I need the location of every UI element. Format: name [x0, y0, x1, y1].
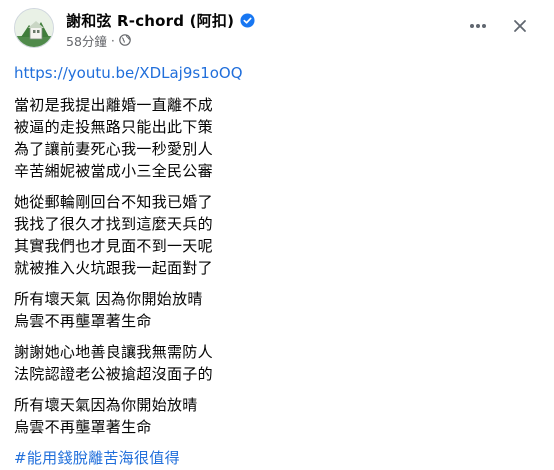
paragraph-5: 所有壞天氣因為你開始放晴 烏雲不再壟罩著生命	[14, 394, 540, 438]
post-content: https://youtu.be/XDLaj9s1oOQ 當初是我提出離婚一直離…	[14, 62, 540, 469]
name-row: 謝和弦 R-chord (阿扣)	[66, 10, 255, 30]
youtube-link[interactable]: https://youtu.be/XDLaj9s1oOQ	[14, 62, 540, 84]
paragraph-2: 她從郵輪剛回台不知我已婚了 我找了很久才找到這麼天兵的 其實我們也才見面不到一天…	[14, 191, 540, 279]
page-name[interactable]: 謝和弦 R-chord (阿扣)	[66, 10, 234, 31]
text-line: 辛苦緗妮被當成小三全民公審	[14, 162, 213, 180]
text-line: 所有壞天氣因為你開始放晴	[14, 396, 198, 414]
text-line: 法院認證老公被搶超沒面子的	[14, 365, 213, 383]
text-line: 烏雲不再壟罩著生命	[14, 312, 152, 330]
page-avatar[interactable]	[14, 8, 54, 48]
close-icon[interactable]	[506, 12, 534, 40]
more-options-icon[interactable]	[464, 12, 492, 40]
paragraph-1: 當初是我提出離婚一直離不成 被逼的走投無路只能出此下策 為了讓前妻死心我一秒愛別…	[14, 94, 540, 182]
globe-icon	[119, 34, 131, 46]
hashtag-link[interactable]: #能用錢脫離苦海很值得	[14, 447, 540, 469]
paragraph-3: 所有壞天氣 因為你開始放晴 烏雲不再壟罩著生命	[14, 288, 540, 332]
avatar-image	[15, 9, 53, 47]
text-line: 謝謝她心地善良讓我無需防人	[14, 343, 213, 361]
text-line: 我找了很久才找到這麼天兵的	[14, 215, 213, 233]
text-line: 就被推入火坑跟我一起面對了	[14, 259, 213, 277]
text-line: 被逼的走投無路只能出此下策	[14, 118, 213, 136]
post-header: 謝和弦 R-chord (阿扣) 58分鐘 ·	[14, 8, 540, 50]
paragraph-4: 謝謝她心地善良讓我無需防人 法院認證老公被搶超沒面子的	[14, 341, 540, 385]
text-line: 當初是我提出離婚一直離不成	[14, 96, 213, 114]
post-timestamp[interactable]: 58分鐘	[66, 31, 107, 50]
text-line: 為了讓前妻死心我一秒愛別人	[14, 140, 213, 158]
post-meta: 58分鐘 ·	[66, 31, 131, 50]
text-line: 她從郵輪剛回台不知我已婚了	[14, 193, 213, 211]
text-line: 所有壞天氣 因為你開始放晴	[14, 290, 203, 308]
facebook-post: 謝和弦 R-chord (阿扣) 58分鐘 · https://youtu.be…	[0, 0, 554, 470]
text-line: 其實我們也才見面不到一天呢	[14, 237, 213, 255]
meta-separator: ·	[110, 32, 115, 48]
text-line: 烏雲不再壟罩著生命	[14, 418, 152, 436]
verified-badge-icon	[240, 12, 255, 28]
